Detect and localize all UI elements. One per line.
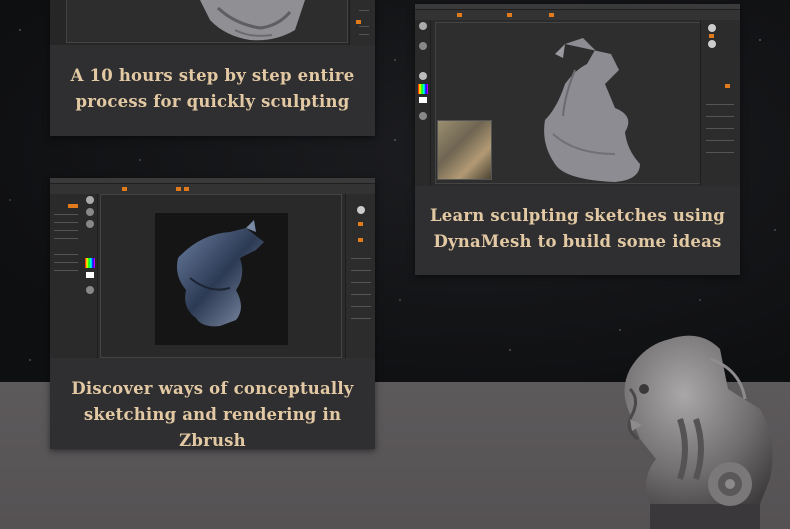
zbrush-screenshot-dynamesh [415, 4, 740, 186]
feature-card-dynamesh: Learn sculpting sketches using DynaMesh … [415, 4, 740, 275]
palette-line [706, 140, 734, 141]
card-caption: Discover ways of conceptually sketching … [50, 376, 375, 454]
palette-line [706, 104, 734, 105]
palette-line [351, 282, 371, 283]
werewolf-dynamesh-sculpt [544, 38, 640, 182]
palette-swatch [356, 20, 361, 24]
palette-tool-icon [357, 206, 365, 214]
zbrush-screenshot-werewolf-bust [50, 0, 375, 45]
caption-line-2: process for quickly sculpting [75, 92, 350, 111]
card-caption: A 10 hours step by step entire process f… [50, 63, 375, 115]
tool-palette [700, 20, 740, 186]
feature-card-sculpting-process: A 10 hours step by step entire process f… [50, 0, 375, 136]
caption-line-2: sketching and rendering in Zbrush [83, 405, 342, 450]
palette-line [359, 10, 369, 11]
feature-card-rendering: Discover ways of conceptually sketching … [50, 178, 375, 450]
tool-palette [345, 194, 375, 358]
werewolf-sculpt-image [200, 0, 305, 41]
caption-line-1: A 10 hours step by step entire [70, 66, 355, 85]
palette-line [359, 26, 369, 27]
palette-swatch [358, 222, 363, 226]
caption-line-2: DynaMesh to build some ideas [433, 232, 722, 251]
palette-line [351, 318, 371, 319]
palette-tool-icon [708, 40, 716, 48]
zbrush-screenshot-rendering [50, 178, 375, 358]
palette-line [351, 258, 371, 259]
werewolf-render-sculpt [177, 220, 264, 327]
caption-line-1: Discover ways of conceptually [71, 379, 354, 398]
palette-tool-icon [708, 24, 716, 32]
palette-line [359, 34, 369, 35]
card-caption: Learn sculpting sketches using DynaMesh … [415, 203, 740, 255]
palette-line [706, 116, 734, 117]
palette-line [351, 306, 371, 307]
tool-palette [349, 0, 375, 45]
palette-line [706, 152, 734, 153]
caption-line-1: Learn sculpting sketches using [429, 206, 726, 225]
palette-swatch [725, 84, 730, 88]
palette-line [706, 128, 734, 129]
palette-line [351, 270, 371, 271]
palette-swatch [358, 238, 363, 242]
palette-line [351, 294, 371, 295]
cyborg-bust-sculpture [624, 335, 773, 529]
palette-swatch [709, 34, 714, 38]
